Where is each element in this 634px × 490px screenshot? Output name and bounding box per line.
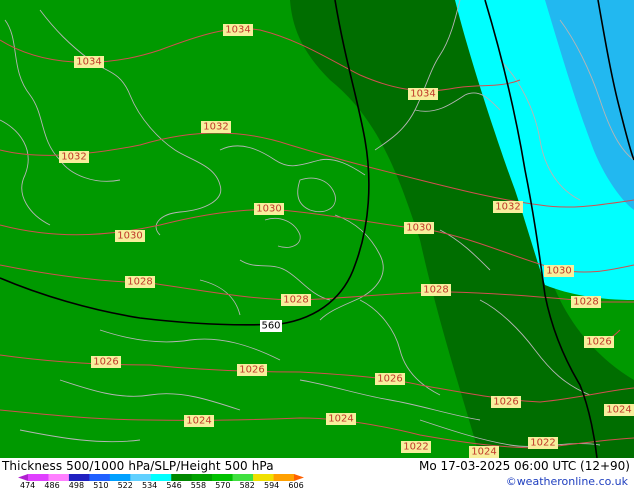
isobar-label: 1024 (606, 405, 631, 416)
legend-tick-label: 594 (264, 481, 280, 490)
legend-tick-label: 498 (68, 481, 85, 490)
isobar-label: 1032 (203, 122, 228, 133)
thickness-label: 560 (260, 320, 282, 332)
isobar-label: 1028 (283, 295, 308, 306)
isobar-label: 1032 (61, 152, 86, 163)
isobar-label: 1024 (471, 447, 496, 458)
isobar-label: 1024 (328, 414, 353, 425)
isobar-label: 1022 (530, 438, 555, 449)
legend-tick-label: 558 (190, 481, 207, 490)
isobar-label: 1022 (403, 442, 428, 453)
thickness-label-text: 560 (261, 321, 280, 332)
legend-tick-label: 534 (142, 481, 158, 490)
isobar-label: 1026 (493, 397, 518, 408)
legend-swatch (109, 474, 131, 481)
isobar-label: 1032 (495, 202, 520, 213)
isobar-label: 1026 (586, 337, 611, 348)
legend-tick-label: 606 (288, 481, 304, 490)
isobar-label: 1030 (256, 204, 281, 215)
isobar-label: 1030 (117, 231, 142, 242)
legend-swatch (68, 474, 90, 481)
legend-swatch (232, 474, 254, 481)
legend-tick-label: 570 (215, 481, 231, 490)
map-datetime: Mo 17-03-2025 06:00 UTC (12+90) (418, 459, 630, 473)
legend-tick-label: 546 (166, 481, 182, 490)
isobar-label: 1034 (76, 57, 101, 68)
isobar-label: 1026 (93, 357, 118, 368)
legend-swatch (130, 474, 152, 481)
map-title: Thickness 500/1000 hPa/SLP/Height 500 hP… (2, 459, 274, 473)
isobar-label: 1028 (127, 277, 152, 288)
legend-swatch (18, 474, 28, 481)
legend-ticks: 474 486 498 510 522 534 546 558 570 582 594 606 (0, 481, 330, 490)
credit-link[interactable]: ©weatheronline.co.uk (506, 475, 628, 488)
legend-swatch (191, 474, 213, 481)
legend-swatch (48, 474, 70, 481)
legend-swatch (294, 474, 304, 481)
isobar-label: 1030 (406, 223, 431, 234)
isobar-label: 1030 (546, 266, 571, 277)
isobar-label: 1028 (573, 297, 598, 308)
legend-tick-label: 510 (93, 481, 109, 490)
weather-map: 1034 1034 1034 1032 1032 1032 1030 1030 … (0, 0, 634, 458)
isobar-label: 1026 (377, 374, 402, 385)
isobar-label: 1026 (239, 365, 264, 376)
legend-swatch (212, 474, 233, 481)
legend-tick-label: 474 (20, 481, 36, 490)
footer: Thickness 500/1000 hPa/SLP/Height 500 hP… (0, 458, 634, 490)
isobar-label: 1028 (423, 285, 448, 296)
legend-swatch (273, 474, 295, 481)
legend-swatch (171, 474, 192, 481)
isobar-label: 1024 (186, 416, 211, 427)
isobar-label: 1034 (410, 89, 435, 100)
legend-swatch (150, 474, 172, 481)
legend-swatch (253, 474, 274, 481)
legend-tick-label: 486 (44, 481, 60, 490)
legend-tick-label: 582 (239, 481, 255, 490)
color-legend (18, 474, 304, 481)
legend-swatch (28, 474, 49, 481)
legend-swatch (89, 474, 111, 481)
isobar-label: 1034 (225, 25, 250, 36)
legend-tick-label: 522 (117, 481, 133, 490)
